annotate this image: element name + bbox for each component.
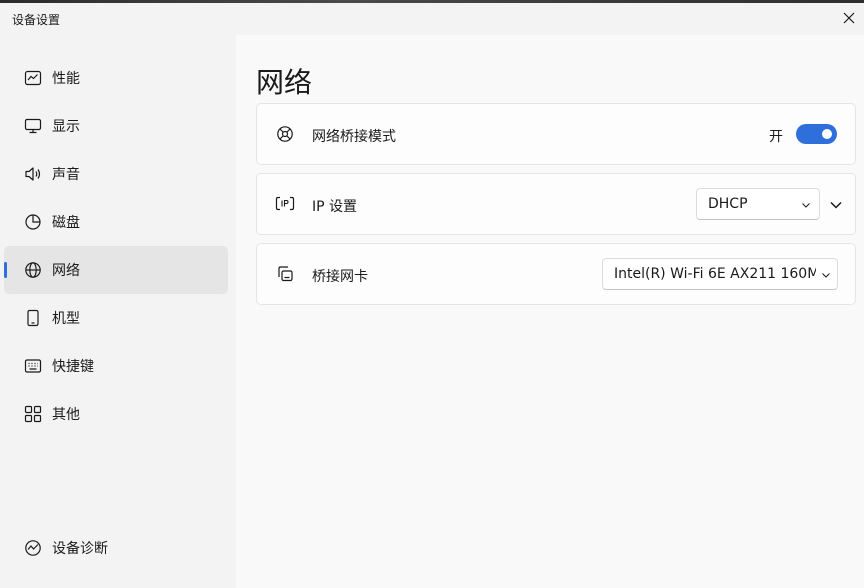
sidebar-item-label: 网络	[52, 263, 80, 279]
ip-settings-select[interactable]: DHCP	[696, 188, 820, 220]
ip-icon	[275, 194, 295, 214]
sidebar: 性能 显示 声音 磁盘 网络 机型 快捷键 其他 设备诊断	[0, 35, 236, 588]
chevron-down-icon	[822, 273, 830, 278]
sidebar-item-performance[interactable]: 性能	[4, 54, 228, 102]
sidebar-item-label: 声音	[52, 167, 80, 183]
sidebar-item-shortcuts[interactable]: 快捷键	[4, 342, 228, 390]
bridge-adapter-select[interactable]: Intel(R) Wi-Fi 6E AX211 160MHz	[602, 258, 838, 290]
sidebar-item-diagnostics[interactable]: 设备诊断	[4, 524, 228, 572]
ip-settings-card: IP 设置 DHCP	[256, 173, 856, 235]
sidebar-item-network[interactable]: 网络	[4, 246, 228, 294]
sidebar-item-label: 设备诊断	[52, 541, 108, 557]
sidebar-item-other[interactable]: 其他	[4, 390, 228, 438]
active-indicator	[4, 262, 7, 278]
page-title: 网络	[256, 66, 313, 99]
sidebar-item-label: 其他	[52, 407, 80, 423]
close-icon	[843, 12, 855, 24]
ip-settings-value: DHCP	[708, 196, 748, 212]
sidebar-item-label: 机型	[52, 311, 80, 327]
sidebar-item-sound[interactable]: 声音	[4, 150, 228, 198]
pie-chart-icon	[24, 213, 42, 231]
toggle-knob	[822, 129, 832, 139]
bridge-icon	[275, 124, 295, 144]
performance-chart-icon	[24, 69, 42, 87]
sidebar-item-model[interactable]: 机型	[4, 294, 228, 342]
diagnostics-icon	[24, 539, 42, 557]
sidebar-item-label: 显示	[52, 119, 80, 135]
bridge-mode-label: 网络桥接模式	[312, 129, 396, 145]
bridge-adapter-card: 桥接网卡 Intel(R) Wi-Fi 6E AX211 160MHz	[256, 243, 856, 305]
keyboard-icon	[24, 357, 42, 375]
bridge-mode-toggle[interactable]	[796, 124, 837, 144]
close-button[interactable]	[834, 3, 864, 33]
speaker-icon	[24, 165, 42, 183]
device-icon	[24, 309, 42, 327]
sidebar-item-label: 快捷键	[52, 359, 94, 375]
toggle-state-text: 开	[769, 129, 783, 145]
title-bar: 设备设置	[0, 3, 864, 35]
sidebar-item-label: 磁盘	[52, 215, 80, 231]
bridge-adapter-label: 桥接网卡	[312, 269, 368, 285]
main-content: 网络 网络桥接模式 开 IP 设置 DHCP 桥接网卡 Intel(R) Wi-…	[236, 35, 864, 588]
window-title: 设备设置	[12, 13, 61, 27]
sidebar-item-label: 性能	[52, 71, 80, 87]
bridge-adapter-value: Intel(R) Wi-Fi 6E AX211 160MHz	[614, 266, 816, 282]
globe-icon	[24, 261, 42, 279]
expand-chevron-icon[interactable]	[829, 198, 843, 212]
ip-settings-label: IP 设置	[312, 199, 358, 215]
bridge-mode-card: 网络桥接模式 开	[256, 103, 856, 165]
sidebar-item-display[interactable]: 显示	[4, 102, 228, 150]
monitor-icon	[24, 117, 42, 135]
adapter-icon	[275, 264, 295, 284]
chevron-down-icon	[802, 203, 810, 208]
sidebar-item-disk[interactable]: 磁盘	[4, 198, 228, 246]
grid-icon	[24, 405, 42, 423]
